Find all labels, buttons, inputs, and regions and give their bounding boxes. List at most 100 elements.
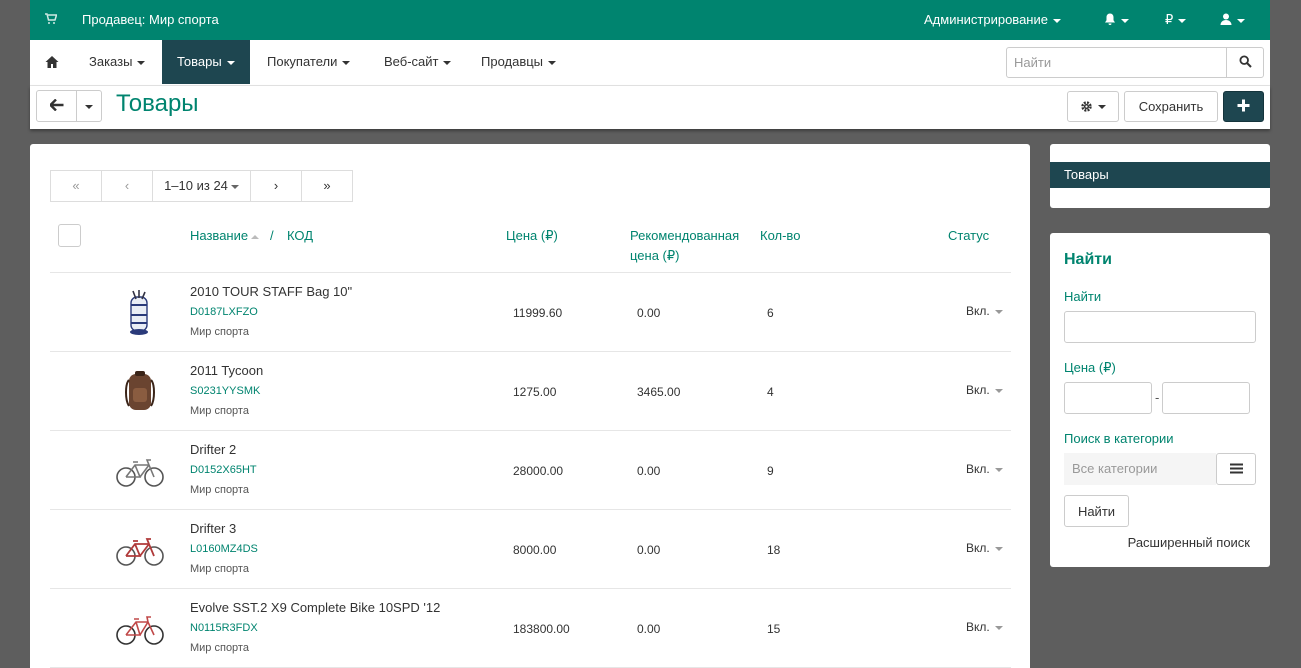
status-label: Вкл. [966,304,990,318]
sort-asc-icon [251,234,260,239]
sort-by-quantity[interactable]: Кол-во [760,226,800,246]
product-price[interactable]: 11999.60 [513,306,562,320]
header-list-price-line1: Рекомендованная [630,228,740,243]
product-code[interactable]: D0187LXFZO [190,306,258,318]
currency-menu[interactable]: ₽ [1165,12,1187,28]
chevron-down-icon [342,60,351,65]
search-icon [1238,54,1252,68]
product-code[interactable]: S0231YYSMK [190,385,260,397]
status-dropdown[interactable]: Вкл. [966,620,1003,634]
product-price[interactable]: 183800.00 [513,622,570,636]
find-button[interactable]: Найти [1064,495,1129,527]
page-range-dropdown[interactable]: 1–10 из 24 [152,170,251,202]
product-name[interactable]: Drifter 2 [190,442,236,457]
product-name[interactable]: Drifter 3 [190,521,236,536]
product-price[interactable]: 1275.00 [513,385,556,399]
nav-orders[interactable]: Заказы [74,40,160,84]
chevron-down-icon [1178,18,1187,23]
product-price[interactable]: 8000.00 [513,543,556,557]
nav-products[interactable]: Товары [162,40,250,84]
product-code[interactable]: N0115R3FDX [190,622,258,634]
notifications-menu[interactable] [1104,12,1129,27]
find-label: Найти [1064,289,1102,304]
product-quantity[interactable]: 18 [767,543,780,557]
nav-vendors-label: Продавцы [481,54,544,69]
product-list-price: 3465.00 [637,385,681,399]
chevron-down-icon [85,104,93,109]
sort-by-code[interactable]: КОД [287,226,313,246]
product-list-price: 0.00 [637,306,661,320]
products-panel: « ‹ 1–10 из 24 › » Название / КОД Цена (… [30,144,1030,668]
product-name[interactable]: Evolve SST.2 X9 Complete Bike 10SPD '12 [190,600,440,615]
status-label: Вкл. [966,620,990,634]
product-name[interactable]: 2010 TOUR STAFF Bag 10" [190,284,352,299]
main-nav: Заказы Товары Покупатели Веб-сайт Продав… [30,40,1270,86]
back-dropdown-button[interactable] [76,90,102,122]
table-row: 2011 Tycoon S0231YYSMK Мир спорта 1275.0… [50,352,1011,431]
user-menu[interactable] [1220,12,1245,27]
chevron-down-icon [994,546,1003,551]
nav-customers-label: Покупатели [267,54,338,69]
nav-customers[interactable]: Покупатели [252,40,365,84]
bicycle-icon [116,459,164,487]
product-quantity[interactable]: 9 [767,464,774,478]
product-company: Мир спорта [190,405,249,417]
table-row: 2010 TOUR STAFF Bag 10" D0187LXFZO Мир с… [50,273,1011,352]
product-code[interactable]: D0152X65HT [190,464,257,476]
settings-dropdown-button[interactable] [1067,91,1119,122]
top-bar: Продавец: Мир спорта Администрирование ₽ [30,0,1270,40]
find-input[interactable] [1064,311,1256,343]
bell-icon [1105,13,1115,25]
last-page-button[interactable]: » [301,170,353,202]
product-name[interactable]: 2011 Tycoon [190,363,263,378]
advanced-search-link[interactable]: Расширенный поиск [1120,535,1250,550]
home-icon[interactable] [45,55,59,69]
header-name-label: Название [190,228,249,243]
prev-page-button[interactable]: ‹ [101,170,153,202]
status-dropdown[interactable]: Вкл. [966,304,1003,318]
category-item-products[interactable]: Товары [1050,162,1270,188]
next-page-button[interactable]: › [250,170,302,202]
cart-icon [45,13,57,24]
nav-orders-label: Заказы [89,54,133,69]
chevron-down-icon [230,184,239,189]
save-button[interactable]: Сохранить [1124,91,1218,122]
product-quantity[interactable]: 15 [767,622,780,636]
chevron-down-icon [994,309,1003,314]
sort-by-list-price[interactable]: Рекомендованная цена (₽) [630,226,739,266]
product-quantity[interactable]: 6 [767,306,774,320]
status-dropdown[interactable]: Вкл. [966,383,1003,397]
price-label: Цена (₽) [1064,360,1116,375]
status-dropdown[interactable]: Вкл. [966,541,1003,555]
bicycle-icon [116,616,164,645]
back-button[interactable] [36,90,77,122]
nav-website[interactable]: Веб-сайт [369,40,466,84]
sort-by-price[interactable]: Цена (₽) [506,226,558,246]
product-list-price: 0.00 [637,464,661,478]
category-picker-button[interactable] [1216,453,1256,485]
user-icon [1220,13,1232,25]
product-price[interactable]: 28000.00 [513,464,563,478]
table-row: Drifter 3 L0160MZ4DS Мир спорта 8000.00 … [50,510,1011,589]
product-list-price: 0.00 [637,543,661,557]
price-to-input[interactable] [1162,382,1250,414]
category-select[interactable]: Все категории [1064,453,1216,485]
price-from-input[interactable] [1064,382,1152,414]
bicycle-icon [116,538,164,566]
chevron-down-icon [1121,18,1129,23]
sort-by-name[interactable]: Название [190,226,260,246]
product-quantity[interactable]: 4 [767,385,774,399]
vendor-name: Продавец: Мир спорта [82,12,219,27]
sort-by-status[interactable]: Статус [948,226,989,246]
first-page-button[interactable]: « [50,170,102,202]
search-button[interactable] [1226,47,1264,78]
add-product-button[interactable] [1223,91,1264,122]
search-input[interactable] [1006,47,1227,78]
select-all-checkbox[interactable] [58,224,81,247]
table-header: Название / КОД Цена (₽) Рекомендованная ц… [50,224,1011,273]
product-code[interactable]: L0160MZ4DS [190,543,258,555]
nav-vendors[interactable]: Продавцы [466,40,571,84]
status-dropdown[interactable]: Вкл. [966,462,1003,476]
chevron-down-icon [1052,18,1061,23]
admin-menu[interactable]: Администрирование [924,12,1061,27]
